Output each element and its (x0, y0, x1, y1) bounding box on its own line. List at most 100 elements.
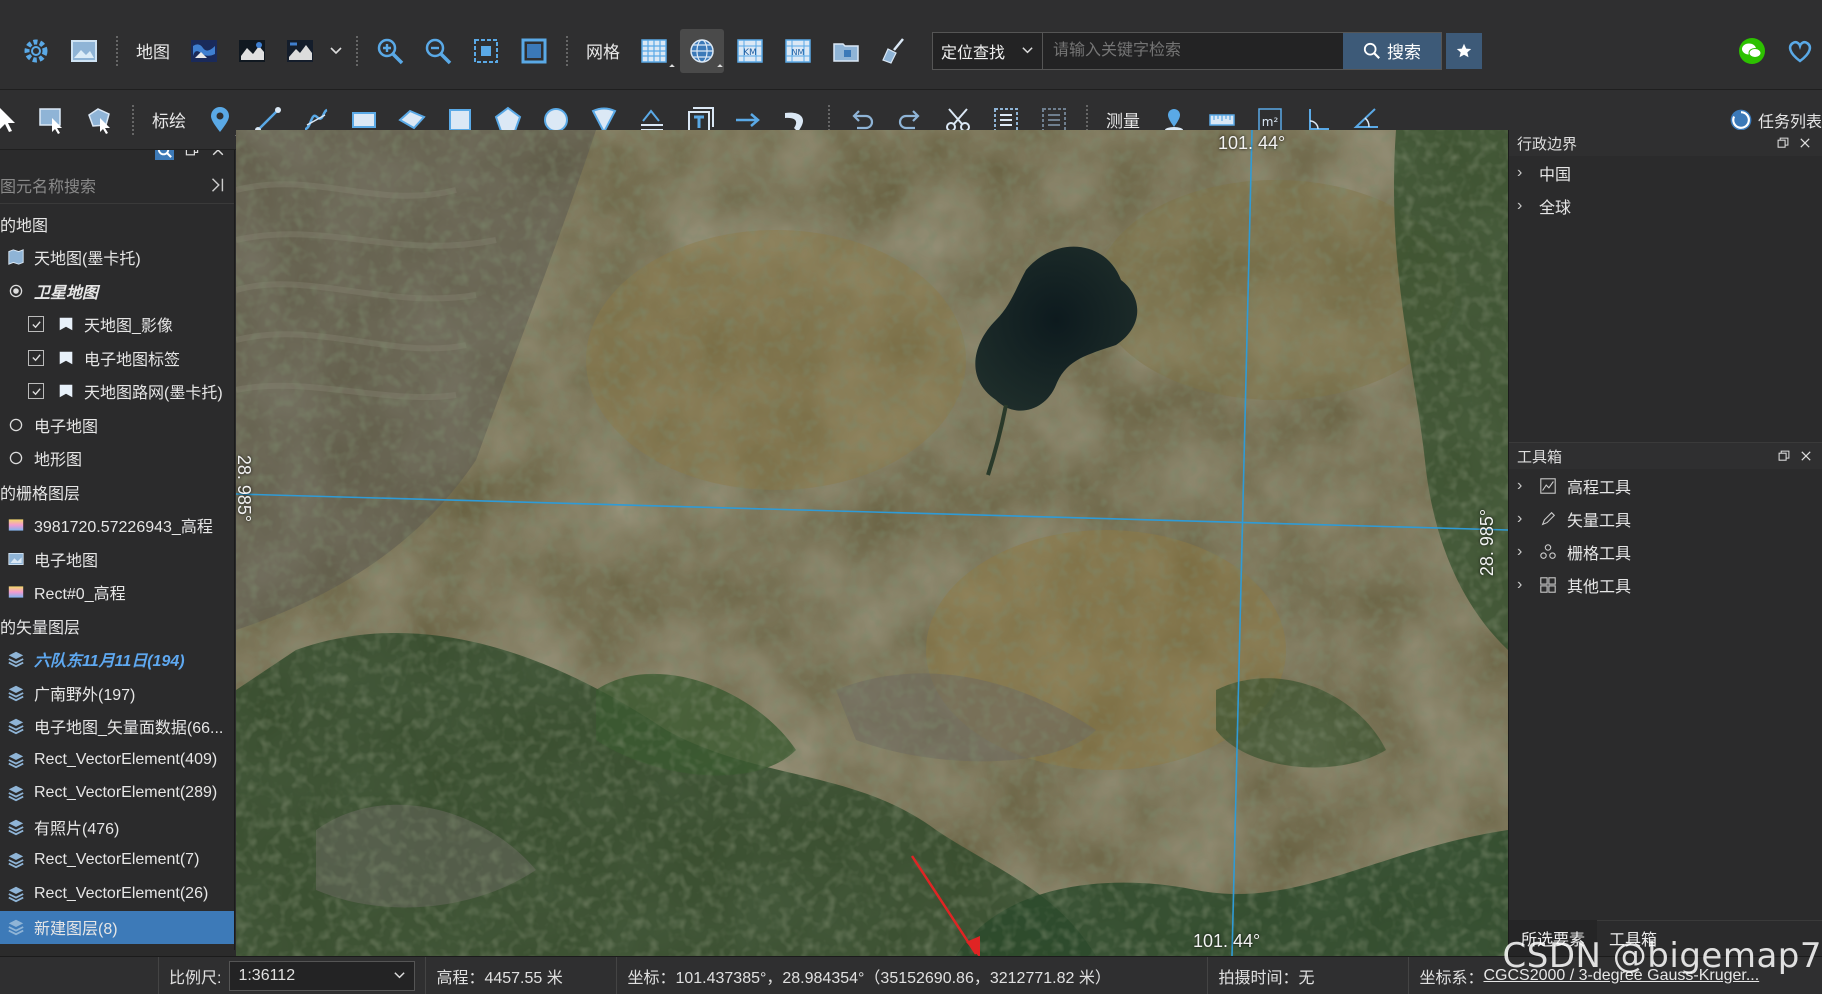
close-icon[interactable] (1798, 136, 1812, 150)
globe-grid-icon[interactable] (680, 28, 724, 73)
admin-item-label: 全球 (1539, 199, 1572, 217)
heart-icon[interactable] (1778, 29, 1822, 73)
layer-tree-item[interactable]: Rect_VectorElement(26) (0, 877, 234, 911)
layer-tree-item[interactable]: 3981720.57226943_高程 (0, 509, 234, 543)
km-grid-icon[interactable]: KM (728, 29, 772, 73)
layer-tree-label: 天地图_影像 (84, 318, 173, 336)
chevron-right-icon: › (1517, 163, 1523, 181)
chevron-right-icon: › (1517, 575, 1523, 593)
layer-tree-item[interactable]: 广南野外(197) (0, 676, 234, 710)
layer-tree-item[interactable]: 六队东11月11日(194) (0, 643, 234, 677)
settings-gear-icon[interactable] (14, 29, 58, 73)
close-icon[interactable] (210, 150, 226, 158)
layer-tree-item[interactable]: 天地图(墨卡托) (0, 241, 234, 275)
scale-select[interactable]: 1:36112 (229, 960, 416, 991)
layer-tree-label: 天地图路网(墨卡托) (84, 385, 223, 403)
layer-checkbox[interactable] (28, 316, 44, 333)
select-arrow-icon[interactable] (0, 98, 26, 142)
layer-icon (54, 347, 78, 369)
radio-empty-icon (4, 447, 28, 469)
zoom-in-icon[interactable] (368, 29, 412, 73)
tool-label: 矢量工具 (1567, 512, 1632, 530)
elevation-readout: 高程：4457.55 米 (436, 969, 563, 987)
tool-vector[interactable]: › 矢量工具 (1509, 502, 1822, 535)
layer-tree-item[interactable]: 地形图 (0, 442, 234, 476)
toolbar-separator (356, 35, 358, 66)
tool-other[interactable]: › 其他工具 (1509, 568, 1822, 601)
layer-tree-item[interactable]: 新建图层(8) (0, 910, 234, 944)
layer-group-header[interactable]: 的地图 (0, 207, 234, 241)
admin-item-global[interactable]: › 全球 (1509, 189, 1822, 222)
layer-tree-item[interactable]: Rect_VectorElement(409) (0, 743, 234, 777)
collapse-panel-icon[interactable] (208, 176, 226, 194)
layer-checkbox[interactable] (28, 349, 44, 366)
polygon-select-icon[interactable] (78, 98, 122, 142)
search-bar: 定位查找 搜索 (932, 31, 1442, 70)
layer-group-header[interactable]: 的栅格图层 (0, 475, 234, 509)
tool-raster[interactable]: › 栅格工具 (1509, 535, 1822, 568)
pen-icon (1539, 510, 1563, 528)
toolbox-header: 工具箱 (1509, 443, 1822, 469)
layer-tree-item[interactable]: Rect#0_高程 (0, 576, 234, 610)
satellite-map-icon[interactable] (182, 29, 226, 73)
admin-item-china[interactable]: › 中国 (1509, 156, 1822, 189)
map-style-menu-icon[interactable] (278, 29, 322, 73)
search-icon[interactable] (155, 150, 174, 160)
layer-tree-label: 电子地图 (34, 552, 99, 570)
restore-window-icon[interactable] (1777, 449, 1791, 463)
star-icon (1456, 43, 1472, 57)
toolbar-separator (132, 104, 134, 135)
close-icon[interactable] (1799, 449, 1813, 463)
layer-tree-item[interactable]: Rect_VectorElement(7) (0, 844, 234, 878)
locate-select[interactable]: 定位查找 (933, 32, 1043, 69)
search-button[interactable]: 搜索 (1343, 32, 1441, 69)
watermark-text: CSDN @bigemap7 (1502, 936, 1822, 976)
layer-tree-label: 新建图层(8) (34, 921, 118, 939)
element-name-search[interactable]: 图元名称搜索 (0, 166, 234, 204)
chevron-down-icon (1022, 47, 1033, 54)
main-toolbar: 地图 网格 KM NM 定位查找 请输入关键字检索 搜索 (0, 0, 1822, 90)
search-button-label: 搜索 (1387, 43, 1421, 62)
stack-icon (4, 682, 28, 704)
keyword-search-input[interactable] (1043, 32, 1343, 69)
nm-grid-icon[interactable]: NM (776, 29, 820, 73)
chevron-right-icon: › (1517, 542, 1523, 560)
chevron-down-icon[interactable] (326, 29, 346, 73)
layer-tree-item[interactable]: Rect_VectorElement(289) (0, 777, 234, 811)
zoom-extent-icon[interactable] (464, 29, 508, 73)
restore-window-icon[interactable] (1776, 136, 1790, 150)
layer-checkbox[interactable] (28, 383, 44, 400)
capture-time-readout: 拍摄时间：无 (1218, 969, 1315, 987)
box-select-icon[interactable] (30, 98, 74, 142)
wechat-icon[interactable] (1730, 29, 1774, 73)
stack-icon (4, 883, 28, 905)
broom-clear-icon[interactable] (872, 29, 916, 73)
folder-map-icon[interactable] (824, 29, 868, 73)
layer-tree-item[interactable]: 天地图路网(墨卡托) (0, 375, 234, 409)
layer-tree-item[interactable]: 电子地图_矢量面数据(66... (0, 710, 234, 744)
stack-icon (4, 715, 28, 737)
full-extent-icon[interactable] (512, 29, 556, 73)
stack-icon (4, 648, 28, 670)
tool-elevation[interactable]: › 高程工具 (1509, 469, 1822, 502)
layer-tree-item[interactable]: 天地图_影像 (0, 308, 234, 342)
map-style-dark-icon[interactable] (230, 29, 274, 73)
stack-icon (4, 782, 28, 804)
layer-tree-item[interactable]: 电子地图标签 (0, 341, 234, 375)
locate-select-value: 定位查找 (941, 44, 1006, 62)
layer-tree-item[interactable]: 卫星地图 (0, 274, 234, 308)
favorite-star-button[interactable] (1446, 32, 1482, 69)
map-view[interactable]: 101. 44° 101. 44° 28. 985° 28. 985° (236, 130, 1508, 956)
layer-tree-item[interactable]: 电子地图 (0, 408, 234, 442)
layer-group-header[interactable]: 的矢量图层 (0, 609, 234, 643)
picture-icon[interactable] (62, 29, 106, 73)
layer-tree-item[interactable]: 电子地图 (0, 542, 234, 576)
layer-tree-label: 地形图 (34, 452, 83, 470)
grid-icon[interactable] (632, 29, 676, 73)
layer-tree-item[interactable]: 有照片(476) (0, 810, 234, 844)
zoom-out-icon[interactable] (416, 29, 460, 73)
layer-tree-label: 的栅格图层 (0, 485, 81, 503)
stack-icon (4, 849, 28, 871)
chevron-right-icon: › (1517, 509, 1523, 527)
restore-window-icon[interactable] (184, 150, 200, 158)
